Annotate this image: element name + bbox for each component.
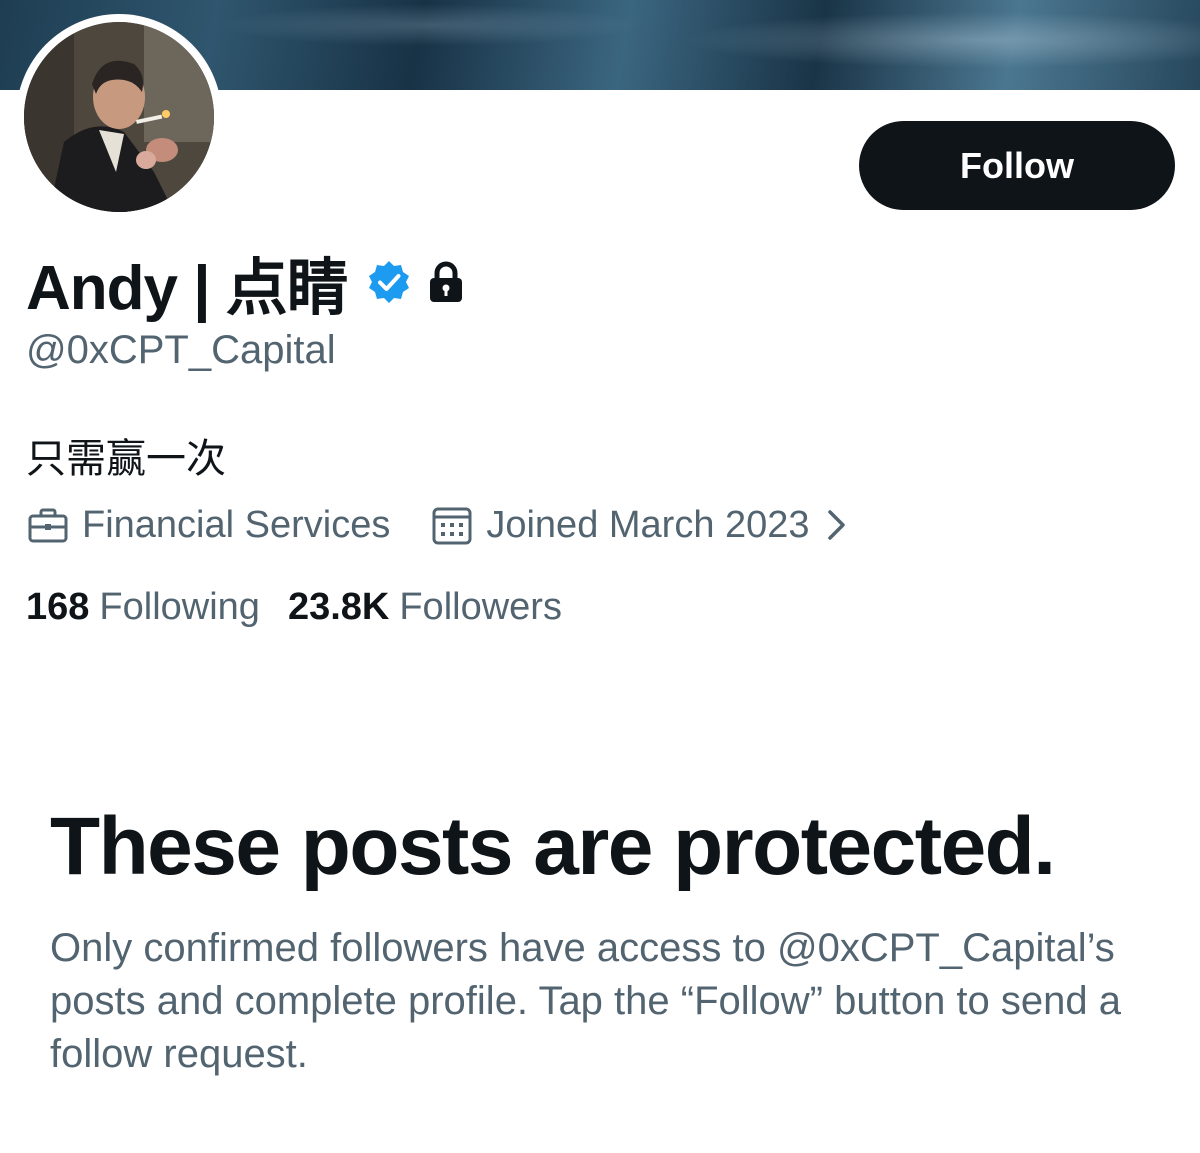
joined-label: Joined March 2023 xyxy=(486,503,810,546)
profile-meta: Financial Services Joined March 2023 xyxy=(26,500,850,550)
following-stat[interactable]: 168 Following xyxy=(26,586,260,629)
category-item: Financial Services xyxy=(26,503,390,547)
profile-bio: 只需赢一次 xyxy=(26,437,226,481)
following-label: Following xyxy=(99,585,260,628)
profile-handle: @0xCPT_Capital xyxy=(26,328,336,372)
verified-badge-icon[interactable] xyxy=(366,259,412,305)
followers-count: 23.8K xyxy=(287,585,390,628)
joined-item[interactable]: Joined March 2023 xyxy=(430,503,849,547)
follow-button[interactable]: Follow xyxy=(859,121,1175,210)
chevron-right-icon xyxy=(824,507,850,543)
protected-description: Only confirmed followers have access to … xyxy=(50,926,1121,1076)
calendar-icon xyxy=(430,503,474,547)
display-name: Andy | 点睛 xyxy=(26,254,349,323)
profile-name-row: Andy | 点睛 xyxy=(26,246,464,323)
profile-stats: 168 Following 23.8K Followers xyxy=(26,583,562,631)
category-label: Financial Services xyxy=(82,503,391,546)
briefcase-icon xyxy=(26,503,70,547)
avatar-photo xyxy=(24,22,214,212)
avatar[interactable] xyxy=(24,22,214,212)
lock-icon xyxy=(428,261,464,303)
followers-stat[interactable]: 23.8K Followers xyxy=(288,586,562,629)
followers-label: Followers xyxy=(399,585,562,628)
protected-title: These posts are protected. xyxy=(50,801,1056,892)
following-count: 168 xyxy=(26,585,90,628)
